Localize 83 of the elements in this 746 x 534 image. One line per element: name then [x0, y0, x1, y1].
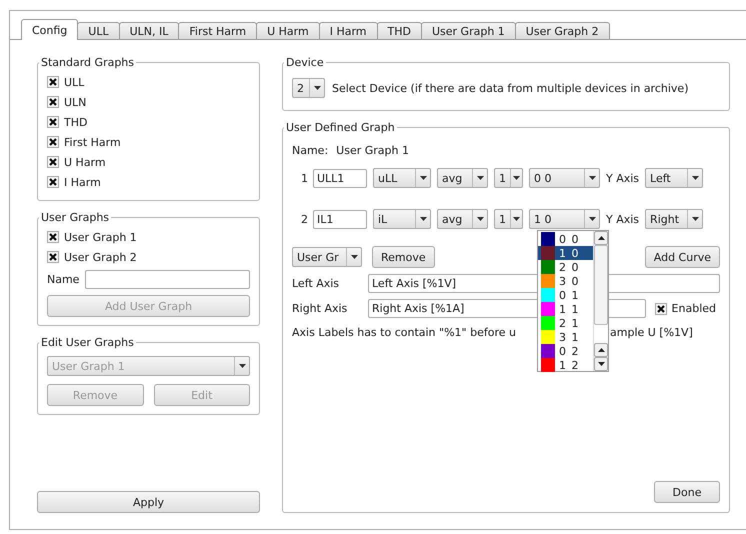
checkbox-label: User Graph 1 [64, 230, 137, 244]
field-label: Y Axis [606, 172, 640, 184]
dropdown-arrow-icon[interactable] [584, 169, 599, 187]
color-option[interactable]: 3 1 [538, 330, 594, 344]
dropdown[interactable]: 1 [494, 168, 523, 188]
add-curve-button[interactable]: Add Curve [644, 246, 720, 268]
dropdown[interactable]: Right [645, 209, 704, 229]
checkbox[interactable] [47, 251, 59, 263]
group-title: User Defined Graph [285, 121, 396, 134]
tab[interactable]: THD [376, 22, 422, 39]
field-label: Y Axis [606, 212, 640, 226]
apply-button[interactable]: Apply [37, 491, 260, 513]
tab[interactable]: ULN, IL [118, 22, 180, 39]
name-field[interactable] [85, 270, 250, 288]
dropdown-arrow-icon[interactable] [510, 169, 522, 187]
checkbox-label: ULL [64, 76, 84, 88]
checkbox-label: First Harm [64, 136, 121, 148]
checkbox[interactable] [47, 76, 59, 88]
done-button[interactable]: Done [654, 481, 720, 503]
field-label: Left Axis [292, 277, 340, 290]
tab[interactable]: Config [21, 19, 78, 40]
dropdown-arrow-icon[interactable] [510, 210, 522, 228]
group-title: Standard Graphs [40, 56, 136, 69]
checkbox-label: ULN [64, 96, 86, 108]
color-option[interactable]: 3 0 [538, 274, 594, 288]
curve-name-field[interactable]: ULL1 [313, 168, 367, 188]
group-title: Edit User Graphs [40, 336, 135, 349]
checkbox[interactable] [47, 156, 59, 168]
color-option[interactable]: 0 0 [538, 232, 594, 246]
device-description: Select Device (if there are data from multiple devices in archive) [332, 82, 688, 94]
group-title: Device [285, 56, 325, 69]
dropdown[interactable]: 2 [292, 78, 325, 98]
checkbox[interactable] [47, 231, 59, 243]
color-option[interactable]: 1 0 [538, 246, 594, 260]
color-option[interactable]: 2 1 [538, 316, 594, 330]
dropdown-arrow-icon[interactable] [415, 210, 430, 228]
tab[interactable]: I Harm [318, 22, 378, 39]
checkbox-label: User Graph 2 [64, 250, 137, 264]
checkbox[interactable] [47, 136, 59, 148]
hint-text: Axis Labels has to contain "%1" before u [292, 326, 516, 339]
field-label: Name: [292, 144, 328, 156]
remove-button[interactable]: Remove [372, 246, 435, 268]
checkbox-label: Enabled [672, 302, 716, 315]
dropdown-arrow-icon[interactable] [346, 248, 361, 266]
hint-text: ample U [%1V] [610, 326, 693, 339]
dropdown-arrow-icon[interactable] [472, 169, 487, 187]
dropdown-arrow-icon[interactable] [584, 210, 599, 228]
dropdown[interactable]: iL [373, 209, 431, 229]
curve-number: 1 [301, 172, 307, 184]
dropdown[interactable]: 1 [494, 209, 523, 229]
tab[interactable]: First Harm [178, 22, 258, 39]
field-label: Right Axis [292, 302, 348, 315]
group-title: User Graphs [40, 211, 110, 224]
tab[interactable]: User Graph 2 [514, 22, 610, 39]
dropdown[interactable]: Left [645, 168, 704, 188]
dropdown[interactable]: User Gr [292, 247, 362, 267]
dropdown-arrow-icon[interactable] [309, 79, 324, 97]
dropdown[interactable]: avg [437, 209, 488, 229]
dropdown-arrow-icon[interactable] [472, 210, 487, 228]
scrollbar[interactable] [593, 231, 608, 371]
curve-number: 2 [301, 212, 307, 226]
tab[interactable]: U Harm [256, 22, 320, 39]
checkbox[interactable] [654, 302, 667, 314]
graph-name: User Graph 1 [336, 144, 409, 156]
tab[interactable]: User Graph 1 [420, 22, 516, 39]
color-option[interactable]: 1 2 [538, 358, 594, 372]
dropdown[interactable]: 1 0 [529, 209, 600, 229]
color-option[interactable]: 0 2 [538, 344, 594, 358]
checkbox[interactable] [47, 116, 59, 128]
checkbox-label: I Harm [64, 176, 101, 188]
dropdown[interactable]: avg [437, 168, 488, 188]
checkbox[interactable] [47, 96, 59, 108]
checkbox[interactable] [47, 176, 59, 188]
checkbox-label: U Harm [64, 156, 106, 168]
checkbox-label: THD [64, 116, 88, 128]
tab[interactable]: ULL [77, 22, 120, 39]
curve-name-field[interactable]: IL1 [313, 210, 367, 228]
dropdown-arrow-icon[interactable] [415, 169, 430, 187]
dropdown[interactable]: 0 0 [529, 168, 600, 188]
color-option[interactable]: 1 1 [538, 302, 594, 316]
dropdown[interactable]: uLL [373, 168, 431, 188]
field-label: Name [47, 272, 80, 286]
color-option[interactable]: 2 0 [538, 260, 594, 274]
